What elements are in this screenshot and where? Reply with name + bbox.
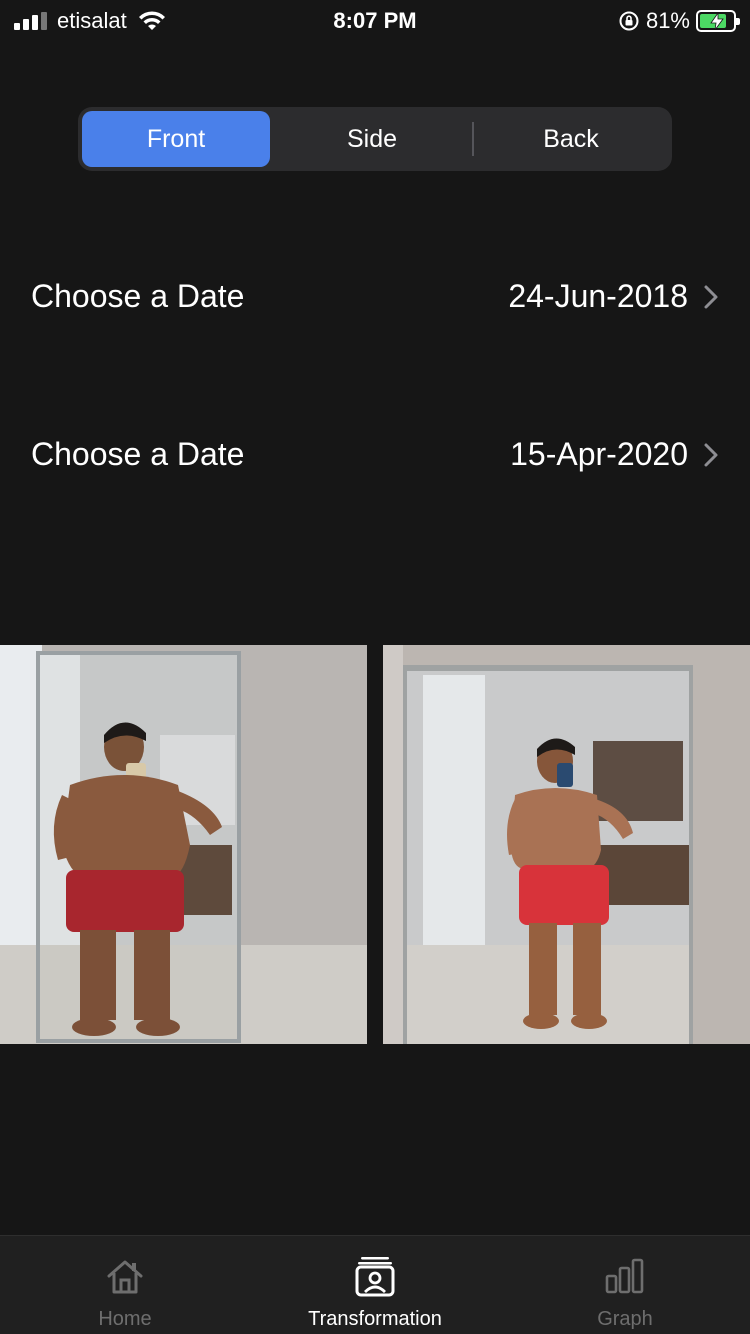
orientation-lock-icon — [619, 11, 639, 31]
home-icon — [107, 1260, 143, 1294]
date-row-value: 24-Jun-2018 — [508, 278, 688, 314]
segment-back[interactable]: Back — [474, 111, 668, 167]
date-row-value: 15-Apr-2020 — [510, 436, 688, 472]
tab-transformation[interactable]: Transformation — [250, 1236, 500, 1334]
battery-charging-icon — [696, 10, 740, 32]
status-bar: etisalat 8:07 PM 81% — [0, 0, 750, 40]
tab-home[interactable]: Home — [0, 1236, 250, 1334]
segment-front[interactable]: Front — [82, 111, 270, 167]
view-segmented-control: Front Side Back — [78, 107, 672, 171]
tab-transformation-label: Transformation — [308, 1308, 442, 1330]
portrait-stack-icon — [355, 1257, 395, 1297]
after-photo[interactable] — [383, 645, 750, 1044]
tab-bar: Home Transformation Graph — [0, 1235, 750, 1334]
chevron-right-icon — [704, 285, 718, 309]
segment-side[interactable]: Side — [274, 111, 470, 167]
tab-home-label: Home — [98, 1308, 152, 1330]
status-right: 81% — [618, 7, 740, 35]
date-row-label: Choose a Date — [31, 436, 245, 472]
date-row-label: Choose a Date — [31, 278, 245, 314]
date-row-first[interactable]: Choose a Date 24-Jun-2018 — [0, 266, 750, 326]
chevron-right-icon — [704, 443, 718, 467]
battery-nub — [736, 18, 740, 25]
before-photo[interactable] — [0, 645, 367, 1044]
date-row-second[interactable]: Choose a Date 15-Apr-2020 — [0, 424, 750, 484]
bar-chart-icon — [605, 1258, 644, 1294]
tab-graph-label: Graph — [597, 1308, 653, 1330]
battery-percent: 81% — [645, 8, 690, 33]
tab-graph[interactable]: Graph — [500, 1236, 750, 1334]
